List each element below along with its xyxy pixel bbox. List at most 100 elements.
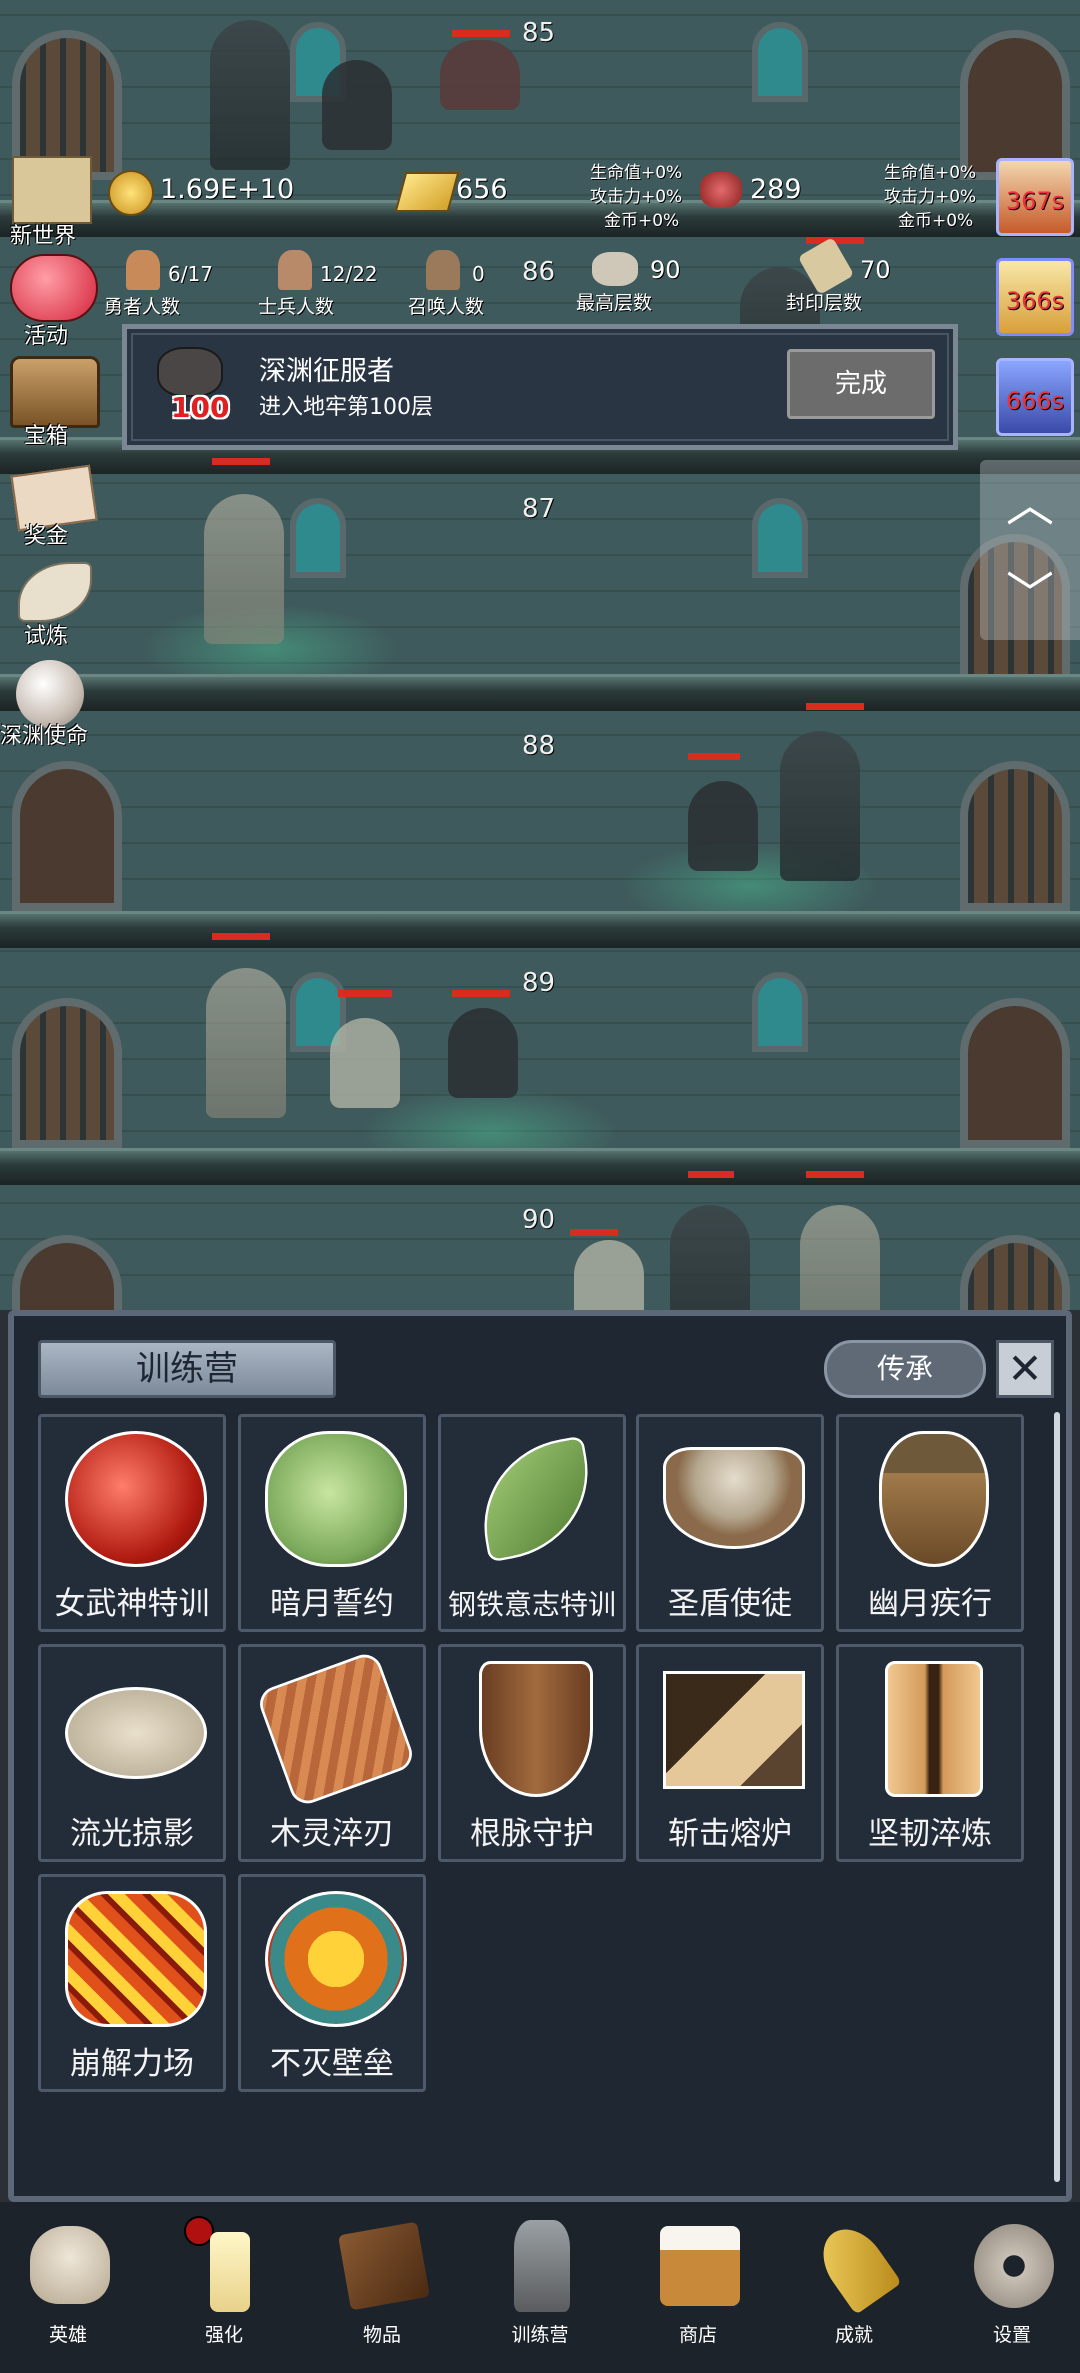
seal-floor-value: 70	[860, 256, 891, 284]
training-item[interactable]: 流光掠影	[38, 1644, 226, 1862]
highest-floor-label: 最高层数	[576, 292, 653, 314]
enemy-hp-bar	[452, 990, 510, 997]
soldier-icon	[278, 250, 312, 290]
floor-87: 87	[0, 458, 1080, 711]
nav-settings[interactable]: 设置	[952, 2216, 1072, 2366]
trial-label: 试炼	[24, 624, 69, 649]
lava-crystal-icon	[65, 1891, 207, 2027]
dungeon-window	[752, 498, 808, 578]
nav-label: 英雄	[48, 2324, 87, 2346]
training-item[interactable]: 斩击熔炉	[636, 1644, 824, 1862]
cabbage-icon	[265, 1431, 407, 1567]
achievement-title: 深渊征服者	[259, 356, 394, 387]
boost-timer-1[interactable]: 367s	[996, 158, 1074, 236]
bat-enemy[interactable]	[440, 40, 520, 110]
floor-scroll-control: ︿ ﹀	[980, 460, 1080, 640]
meat-amount: 289	[750, 174, 802, 205]
nav-items[interactable]: 物品	[322, 2216, 442, 2366]
hero-count-label: 勇者人数	[104, 296, 181, 318]
dungeon-door	[12, 761, 122, 911]
training-item[interactable]: 坚韧淬炼	[836, 1644, 1024, 1862]
boost-timer-3[interactable]: 666s	[996, 358, 1074, 436]
map-icon	[12, 156, 92, 224]
panel-scrollbar[interactable]	[1054, 1412, 1060, 2182]
buff-hp: 生命值+0%	[590, 163, 683, 183]
training-item[interactable]: 钢铁意志特训	[438, 1414, 626, 1632]
soldier-count: 12/22	[320, 262, 378, 286]
nav-training-camp[interactable]: 训练营	[480, 2216, 600, 2366]
reaper-enemy[interactable]	[206, 968, 286, 1118]
hero-count: 6/17	[168, 262, 213, 286]
reaper-enemy[interactable]	[210, 20, 290, 170]
summon-icon	[426, 250, 460, 290]
sun-shield-icon	[265, 1891, 407, 2027]
floor-number: 89	[522, 968, 556, 998]
training-item-label: 女武神特训	[54, 1586, 210, 1622]
training-camp-panel: 训练营 传承 ✕ 女武神特训 暗月誓约 钢铁意志特训 圣盾使徒 幽月疾行 流光掠…	[8, 1310, 1072, 2202]
complete-button[interactable]: 完成	[787, 349, 935, 419]
ghost-enemy[interactable]	[330, 1018, 400, 1108]
training-item-label: 斩击熔炉	[668, 1816, 792, 1852]
enemy-hp-bar	[338, 990, 392, 997]
dungeon-door	[960, 1235, 1070, 1310]
training-item[interactable]: 圣盾使徒	[636, 1414, 824, 1632]
nav-shop[interactable]: 商店	[638, 2216, 758, 2366]
nav-label: 训练营	[511, 2324, 569, 2346]
floor-number: 88	[522, 731, 556, 761]
close-icon[interactable]: ✕	[996, 1340, 1054, 1398]
nav-achievements[interactable]: 成就	[794, 2216, 914, 2366]
floor-number: 87	[522, 494, 556, 524]
bread-icon	[65, 1687, 207, 1779]
ghost-enemy[interactable]	[688, 781, 758, 871]
training-item[interactable]: 幽月疾行	[836, 1414, 1024, 1632]
training-item-label: 坚韧淬炼	[868, 1816, 992, 1852]
enemy-hp-bar	[688, 1171, 734, 1178]
training-item[interactable]: 崩解力场	[38, 1874, 226, 2092]
scroll-down-icon[interactable]: ﹀	[980, 560, 1080, 630]
gold-amount: 1.69E+10	[160, 174, 295, 205]
nav-heroes[interactable]: 英雄	[8, 2216, 128, 2366]
training-item-label: 钢铁意志特训	[447, 1588, 616, 1621]
training-item[interactable]: 根脉守护	[438, 1644, 626, 1862]
enemy-hp-bar	[806, 1171, 864, 1178]
boost-timer-2[interactable]: 366s	[996, 258, 1074, 336]
training-item-label: 根脉守护	[470, 1816, 594, 1852]
anvil-block-icon	[663, 1671, 805, 1789]
lantern-icon	[514, 2220, 570, 2312]
ghost-enemy[interactable]	[322, 60, 392, 150]
apple-icon	[65, 1431, 207, 1567]
training-item[interactable]: 木灵淬刃	[238, 1644, 426, 1862]
acorn-icon	[879, 1431, 989, 1567]
training-item[interactable]: 暗月誓约	[238, 1414, 426, 1632]
summon-count-label: 召唤人数	[408, 296, 485, 318]
summon-count: 0	[472, 262, 485, 286]
tower-shield-icon	[885, 1661, 983, 1797]
scroll-up-icon[interactable]: ︿	[980, 470, 1080, 540]
dungeon-window	[752, 972, 808, 1052]
floor-number: 86	[522, 257, 556, 287]
nav-label: 物品	[362, 2324, 401, 2346]
feather-icon	[18, 562, 92, 622]
floor-90: 90	[0, 1171, 1080, 1310]
training-item[interactable]: 不灭壁垒	[238, 1874, 426, 2092]
legacy-button[interactable]: 传承	[824, 1340, 986, 1398]
soldier-count-label: 士兵人数	[258, 296, 335, 318]
achievement-badge: 100	[171, 391, 230, 424]
reaper-enemy[interactable]	[780, 731, 860, 881]
heart-icon	[10, 254, 98, 322]
reaper-enemy[interactable]	[670, 1205, 750, 1310]
wooden-shield-icon	[479, 1661, 593, 1797]
ghost-enemy[interactable]	[574, 1240, 644, 1310]
ghost-enemy[interactable]	[448, 1008, 518, 1098]
reaper-enemy[interactable]	[800, 1205, 880, 1310]
reaper-enemy[interactable]	[204, 494, 284, 644]
gear-icon	[974, 2224, 1054, 2308]
training-item-label: 木灵淬刃	[270, 1816, 394, 1852]
nav-enhance[interactable]: 强化	[164, 2216, 284, 2366]
hero-icon	[126, 250, 160, 290]
wood-log-icon	[255, 1649, 417, 1809]
training-item[interactable]: 女武神特训	[38, 1414, 226, 1632]
seal-floor-label: 封印层数	[786, 292, 863, 314]
training-item-label: 暗月誓约	[270, 1586, 394, 1622]
gold-coin-icon	[108, 170, 154, 216]
